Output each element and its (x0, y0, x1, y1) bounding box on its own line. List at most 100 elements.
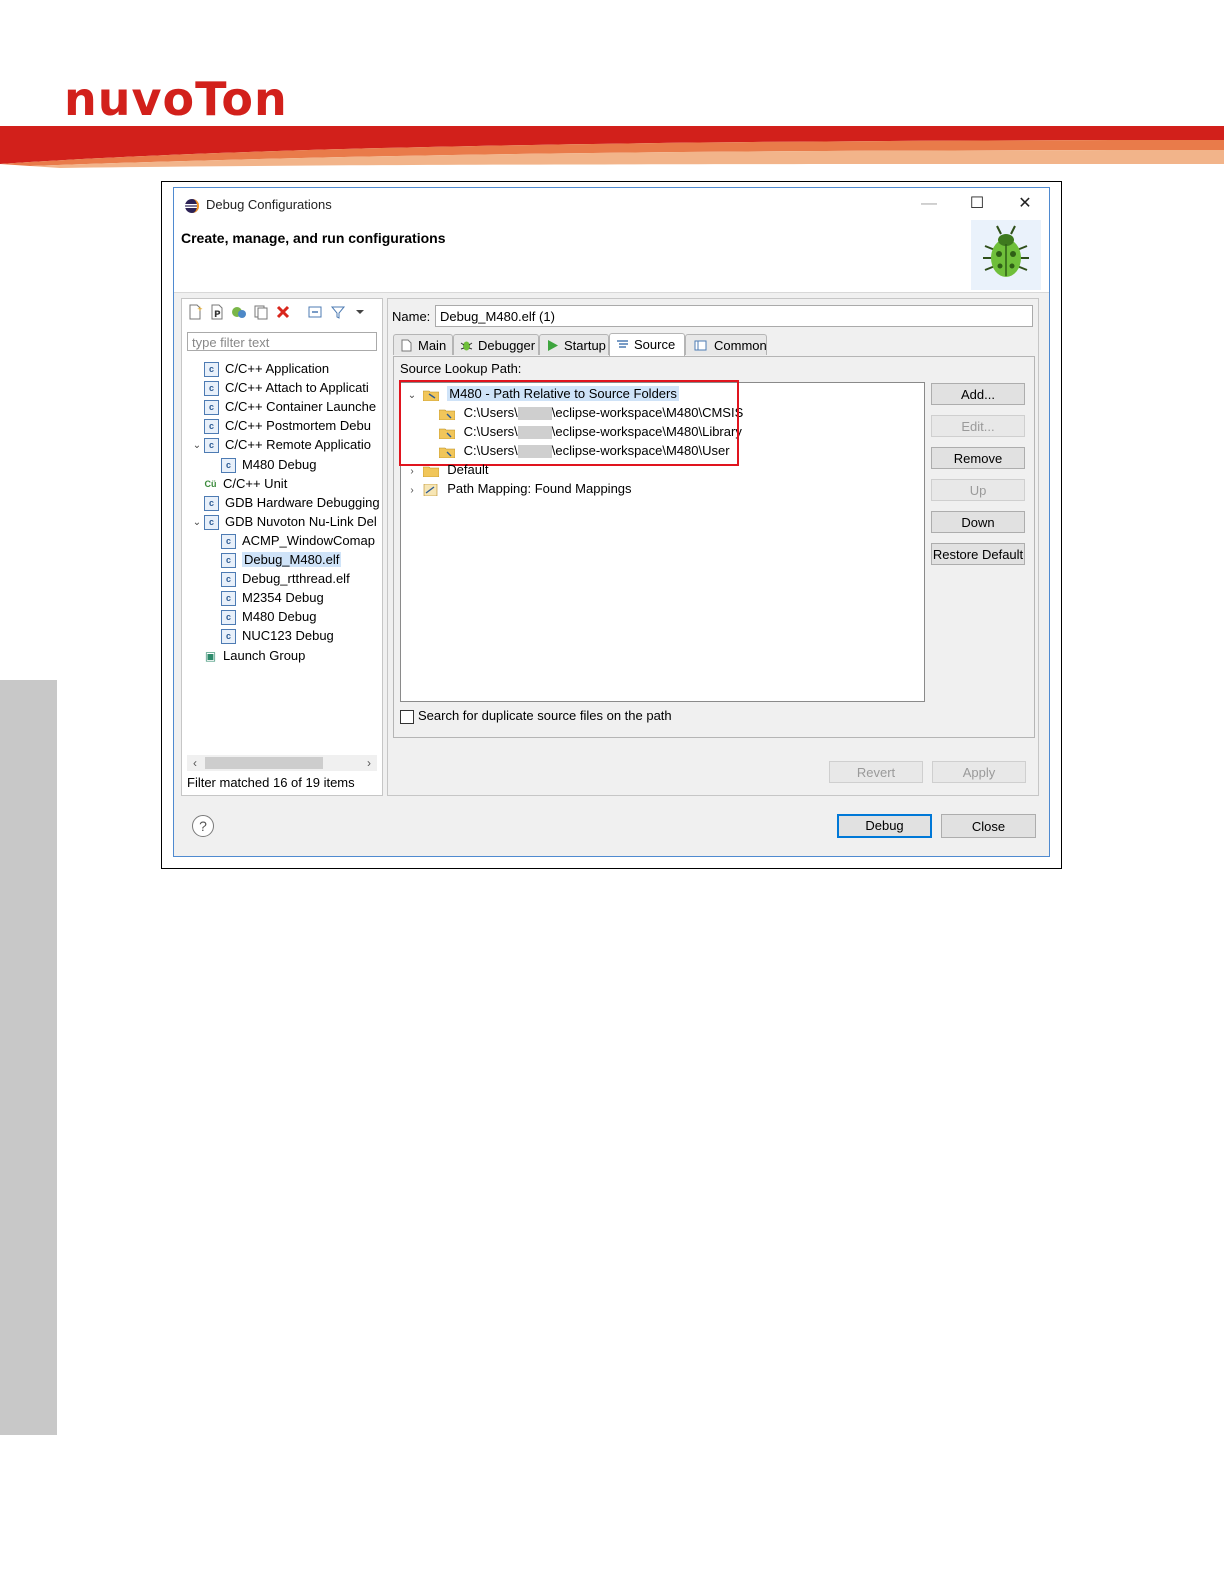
tab-source[interactable]: Source (609, 333, 685, 356)
tab-strip: Main Debugger Startup Source Common (393, 333, 1033, 356)
horizontal-scrollbar[interactable]: ‹ › (187, 755, 377, 771)
config-tree-item[interactable]: c C/C++ Container Launche (190, 397, 376, 416)
startup-tab-icon (548, 340, 558, 351)
config-tree-item-label: C/C++ Attach to Applicati (225, 380, 369, 396)
filter-input[interactable]: type filter text (187, 332, 377, 351)
left-toolbar: + P (182, 299, 382, 325)
restore-default-button[interactable]: Restore Default (931, 543, 1025, 565)
config-tree-item-label: M480 Debug (242, 456, 317, 472)
export-icon[interactable] (231, 304, 247, 320)
add-button[interactable]: Add... (931, 383, 1025, 405)
config-tree-item[interactable]: ▣ Launch Group (190, 646, 306, 665)
config-tree-item[interactable]: c C/C++ Postmortem Debu (190, 416, 371, 435)
scroll-left-icon[interactable]: ‹ (187, 755, 203, 771)
header-banner (0, 126, 1224, 168)
tab-debugger[interactable]: Debugger (453, 334, 539, 355)
c-icon: c (221, 629, 236, 645)
c-icon: c (204, 438, 219, 454)
collapse-all-icon[interactable] (307, 304, 323, 320)
config-tree-item[interactable]: c NUC123 Debug (207, 626, 334, 645)
configuration-list-panel: + P type filter text c C/C++ Application c… (181, 298, 383, 796)
configuration-editor-panel: Name: Debug_M480.elf (1) Main Debugger S… (387, 298, 1039, 796)
screenshot-frame: Debug Configurations — ☐ ✕ Create, manag… (161, 181, 1062, 869)
c-icon: c (204, 495, 219, 511)
duplicate-checkbox[interactable] (400, 709, 414, 724)
minimize-button[interactable]: — (914, 192, 944, 216)
scroll-right-icon[interactable]: › (361, 755, 377, 771)
debug-button[interactable]: Debug (837, 814, 932, 838)
config-tree-item[interactable]: c M480 Debug (207, 607, 316, 626)
config-tree-item[interactable]: c Debug_rtthread.elf (207, 569, 350, 588)
config-tree-item-label: C/C++ Unit (223, 475, 288, 491)
up-button[interactable]: Up (931, 479, 1025, 501)
revert-button[interactable]: Revert (829, 761, 923, 783)
close-window-button[interactable]: ✕ (1010, 192, 1040, 216)
tab-startup[interactable]: Startup (539, 334, 609, 355)
config-tree-item[interactable]: c C/C++ Attach to Applicati (190, 378, 369, 397)
tab-startup-label: Startup (564, 338, 606, 353)
config-tree-item-label: C/C++ Application (225, 361, 330, 376)
delete-icon[interactable] (275, 304, 291, 320)
config-tree-item[interactable]: Cü C/C++ Unit (190, 474, 288, 493)
remove-button[interactable]: Remove (931, 447, 1025, 469)
config-tree-item[interactable]: c M480 Debug (207, 455, 316, 474)
filter-icon[interactable] (330, 304, 346, 320)
config-tree-item[interactable]: c Debug_M480.elf (207, 550, 342, 569)
c-icon: c (204, 362, 219, 378)
main-tab-icon (401, 339, 412, 352)
config-tree-item-label: M480 Debug (242, 609, 317, 625)
scrollbar-thumb[interactable] (205, 757, 323, 769)
tab-common[interactable]: Common (685, 334, 767, 355)
config-tree-item[interactable]: c ACMP_WindowComap (207, 531, 375, 550)
expand-chevron-icon[interactable]: ⌄ (190, 513, 204, 532)
config-tree-item-label: Debug_rtthread.elf (242, 571, 350, 587)
maximize-button[interactable]: ☐ (962, 192, 992, 216)
tab-main[interactable]: Main (393, 334, 453, 355)
duplicate-icon[interactable] (253, 304, 269, 320)
c-icon: c (221, 553, 236, 569)
c-icon: c (204, 400, 219, 416)
config-tree-item[interactable]: ⌄ c GDB Nuvoton Nu-Link Del (190, 512, 377, 531)
eclipse-icon (185, 199, 199, 213)
config-tree-item-label: C/C++ Postmortem Debu (225, 418, 371, 434)
config-tree-item-label: GDB Nuvoton Nu-Link Del (225, 513, 377, 529)
path-mapping-label: Path Mapping: Found Mappings (447, 481, 632, 496)
nuvoton-logo: nuvoTon (64, 72, 288, 126)
apply-button[interactable]: Apply (932, 761, 1026, 783)
c-icon: c (221, 533, 236, 549)
edit-button[interactable]: Edit... (931, 415, 1025, 437)
down-button[interactable]: Down (931, 511, 1025, 533)
duplicate-source-option[interactable]: Search for duplicate source files on the… (400, 708, 672, 724)
view-menu-icon[interactable] (352, 304, 368, 320)
new-configuration-icon[interactable]: + (187, 304, 203, 320)
c-icon: c (221, 610, 236, 626)
expand-chevron-icon[interactable]: ⌄ (190, 436, 204, 455)
source-lookup-tree: ⌄ M480 - Path Relative to Source Folders… (399, 380, 925, 702)
config-tree-item-label: GDB Hardware Debugging (225, 494, 380, 510)
name-field[interactable]: Debug_M480.elf (1) (435, 305, 1033, 327)
config-tree-item[interactable]: c M2354 Debug (207, 588, 324, 607)
debug-configurations-window: Debug Configurations — ☐ ✕ Create, manag… (173, 187, 1050, 857)
config-tree-item-label: ACMP_WindowComap (242, 532, 375, 548)
source-tab-icon (617, 340, 628, 348)
expand-chevron-icon[interactable]: › (405, 481, 419, 500)
debug-bug-icon (971, 220, 1041, 290)
config-tree-item[interactable]: ⌄ c C/C++ Remote Applicatio (190, 435, 371, 454)
debugger-tab-icon (460, 341, 473, 351)
new-prototype-icon[interactable]: P (209, 304, 225, 320)
tab-main-label: Main (418, 338, 447, 353)
c-icon: c (204, 419, 219, 435)
config-tree-item-label: C/C++ Remote Applicatio (225, 437, 371, 453)
source-container-path-mapping[interactable]: › Path Mapping: Found Mappings (405, 479, 632, 500)
source-container-default[interactable]: › Default (405, 460, 488, 479)
help-icon[interactable]: ? (192, 815, 214, 837)
path-mapping-icon (423, 483, 437, 496)
common-tab-icon (694, 340, 707, 351)
svg-text:+: + (197, 305, 203, 313)
title-bar: Debug Configurations — ☐ ✕ Create, manag… (174, 188, 1049, 293)
close-button[interactable]: Close (941, 814, 1036, 838)
config-tree-item[interactable]: c GDB Hardware Debugging (190, 493, 380, 512)
config-tree-item[interactable]: c C/C++ Application (190, 359, 329, 378)
tab-common-label: Common (714, 338, 767, 353)
folder-open-icon (422, 466, 439, 477)
